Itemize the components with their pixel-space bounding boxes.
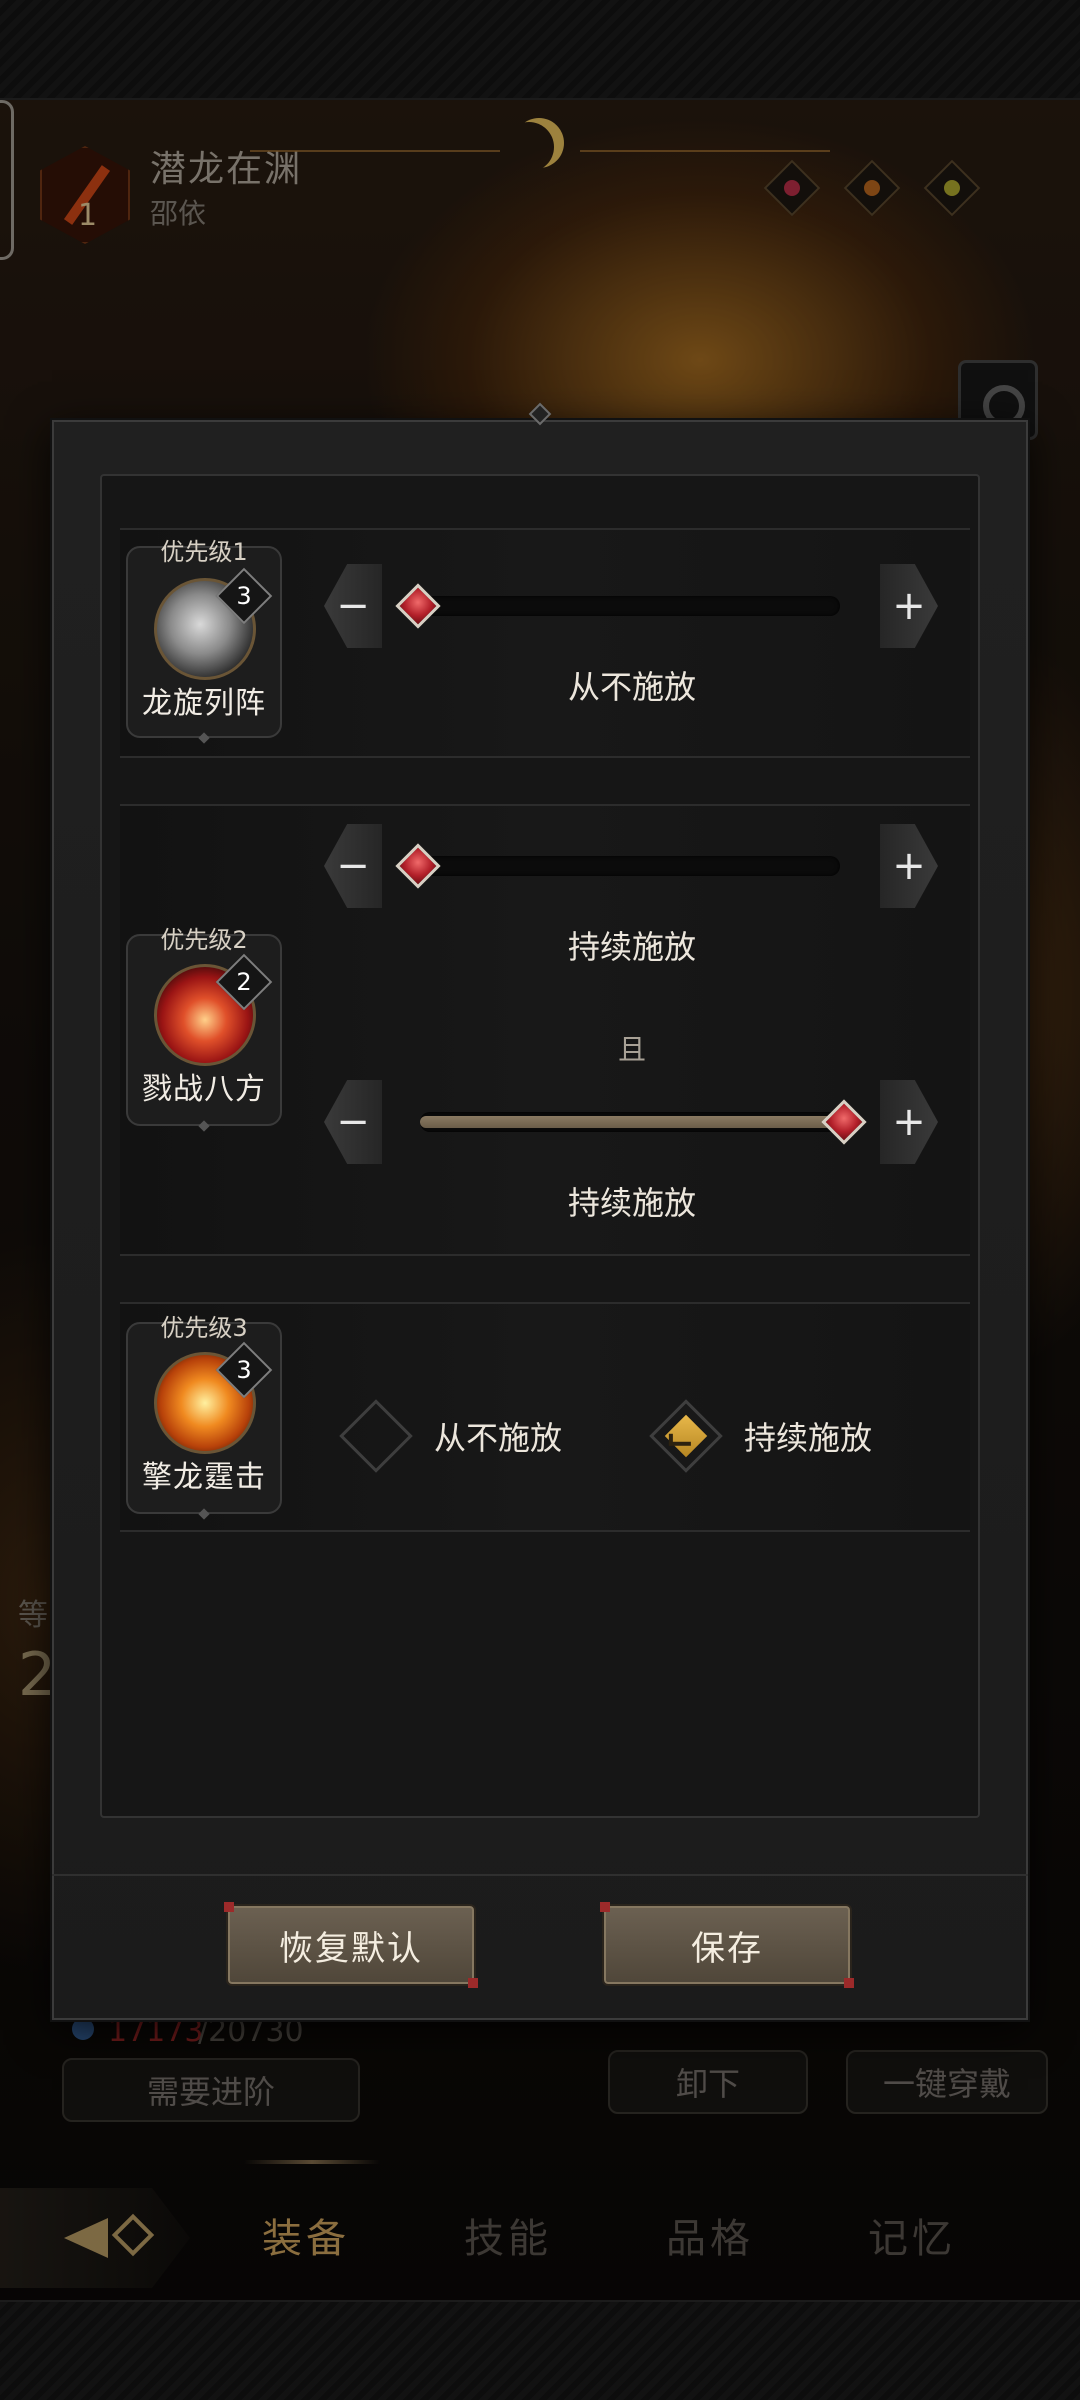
priority-label-1: 优先级1: [160, 538, 248, 566]
checkbox-checked-icon[interactable]: [649, 1399, 723, 1473]
option-never-cast[interactable]: 从不施放: [339, 1399, 563, 1473]
priority-label-3: 优先级3: [160, 1314, 248, 1342]
dialog-footer-divider: [52, 1874, 1028, 1876]
option-label: 从不施放: [434, 1419, 563, 1457]
condition-value-2a: 持续施放: [567, 928, 696, 966]
save-button[interactable]: 保存: [600, 1902, 854, 1988]
conjunction-label: 且: [617, 1033, 646, 1066]
condition-value-1: 从不施放: [567, 668, 696, 706]
option-label: 持续施放: [744, 1419, 873, 1457]
condition-slider-2b[interactable]: [420, 1112, 852, 1132]
condition-slider-2a[interactable]: [408, 856, 840, 876]
skill-name-1: 龙旋列阵: [142, 686, 266, 721]
checkbox-unchecked[interactable]: [339, 1399, 413, 1473]
slider-fill: [420, 1116, 852, 1128]
skill-name-3: 擎龙霆击: [142, 1460, 266, 1495]
condition-value-2b: 持续施放: [567, 1184, 696, 1222]
condition-slider-1[interactable]: [408, 596, 840, 616]
reset-default-button[interactable]: 恢复默认: [224, 1902, 478, 1988]
skill-name-2: 戮战八方: [142, 1072, 266, 1107]
priority-label-2: 优先级2: [160, 926, 248, 954]
option-always-cast[interactable]: 持续施放: [649, 1399, 873, 1473]
